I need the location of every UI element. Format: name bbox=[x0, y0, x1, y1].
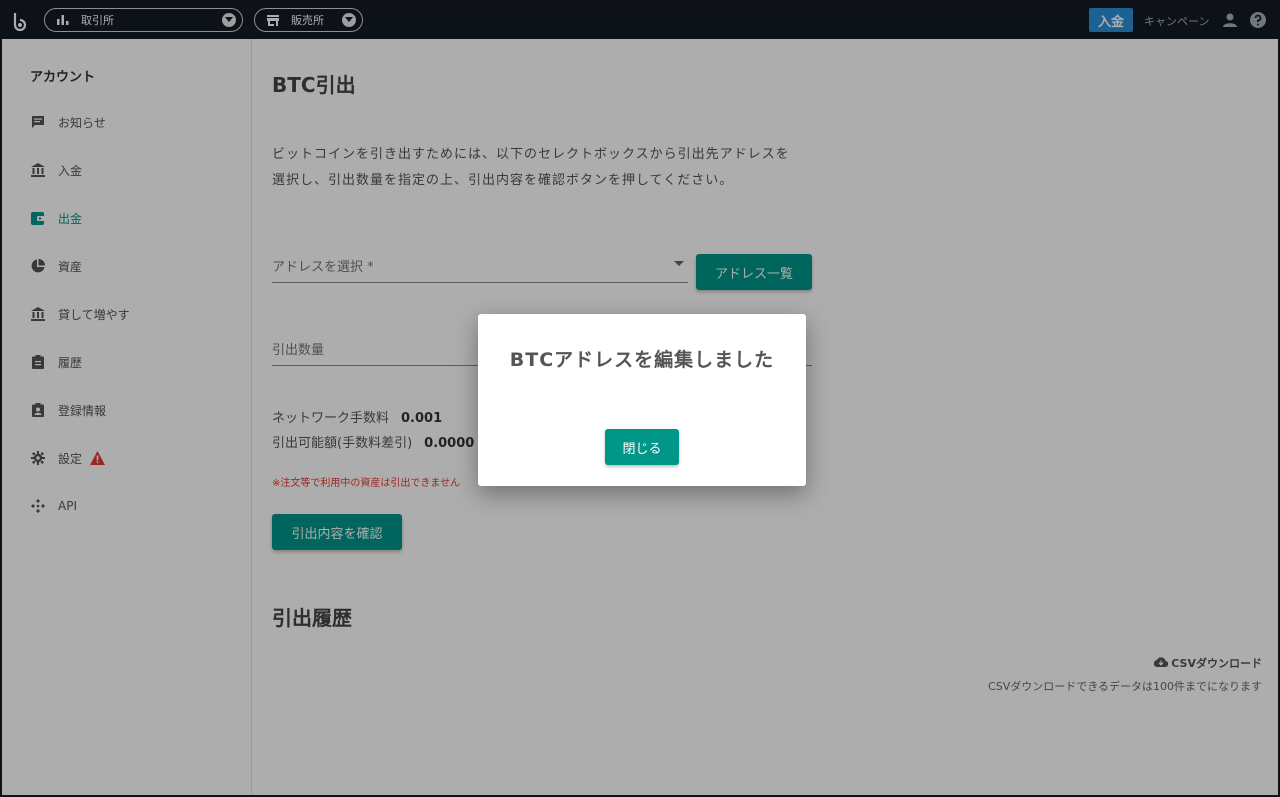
dialog-title: BTCアドレスを編集しました bbox=[509, 349, 775, 371]
app-window: 取引所 販売所 入金 キャンペーン アカウント お知らせ 入金 出金 資産 貸し… bbox=[0, 0, 1280, 797]
edit-success-dialog: BTCアドレスを編集しました 閉じる bbox=[478, 314, 806, 486]
close-button[interactable]: 閉じる bbox=[605, 429, 679, 465]
